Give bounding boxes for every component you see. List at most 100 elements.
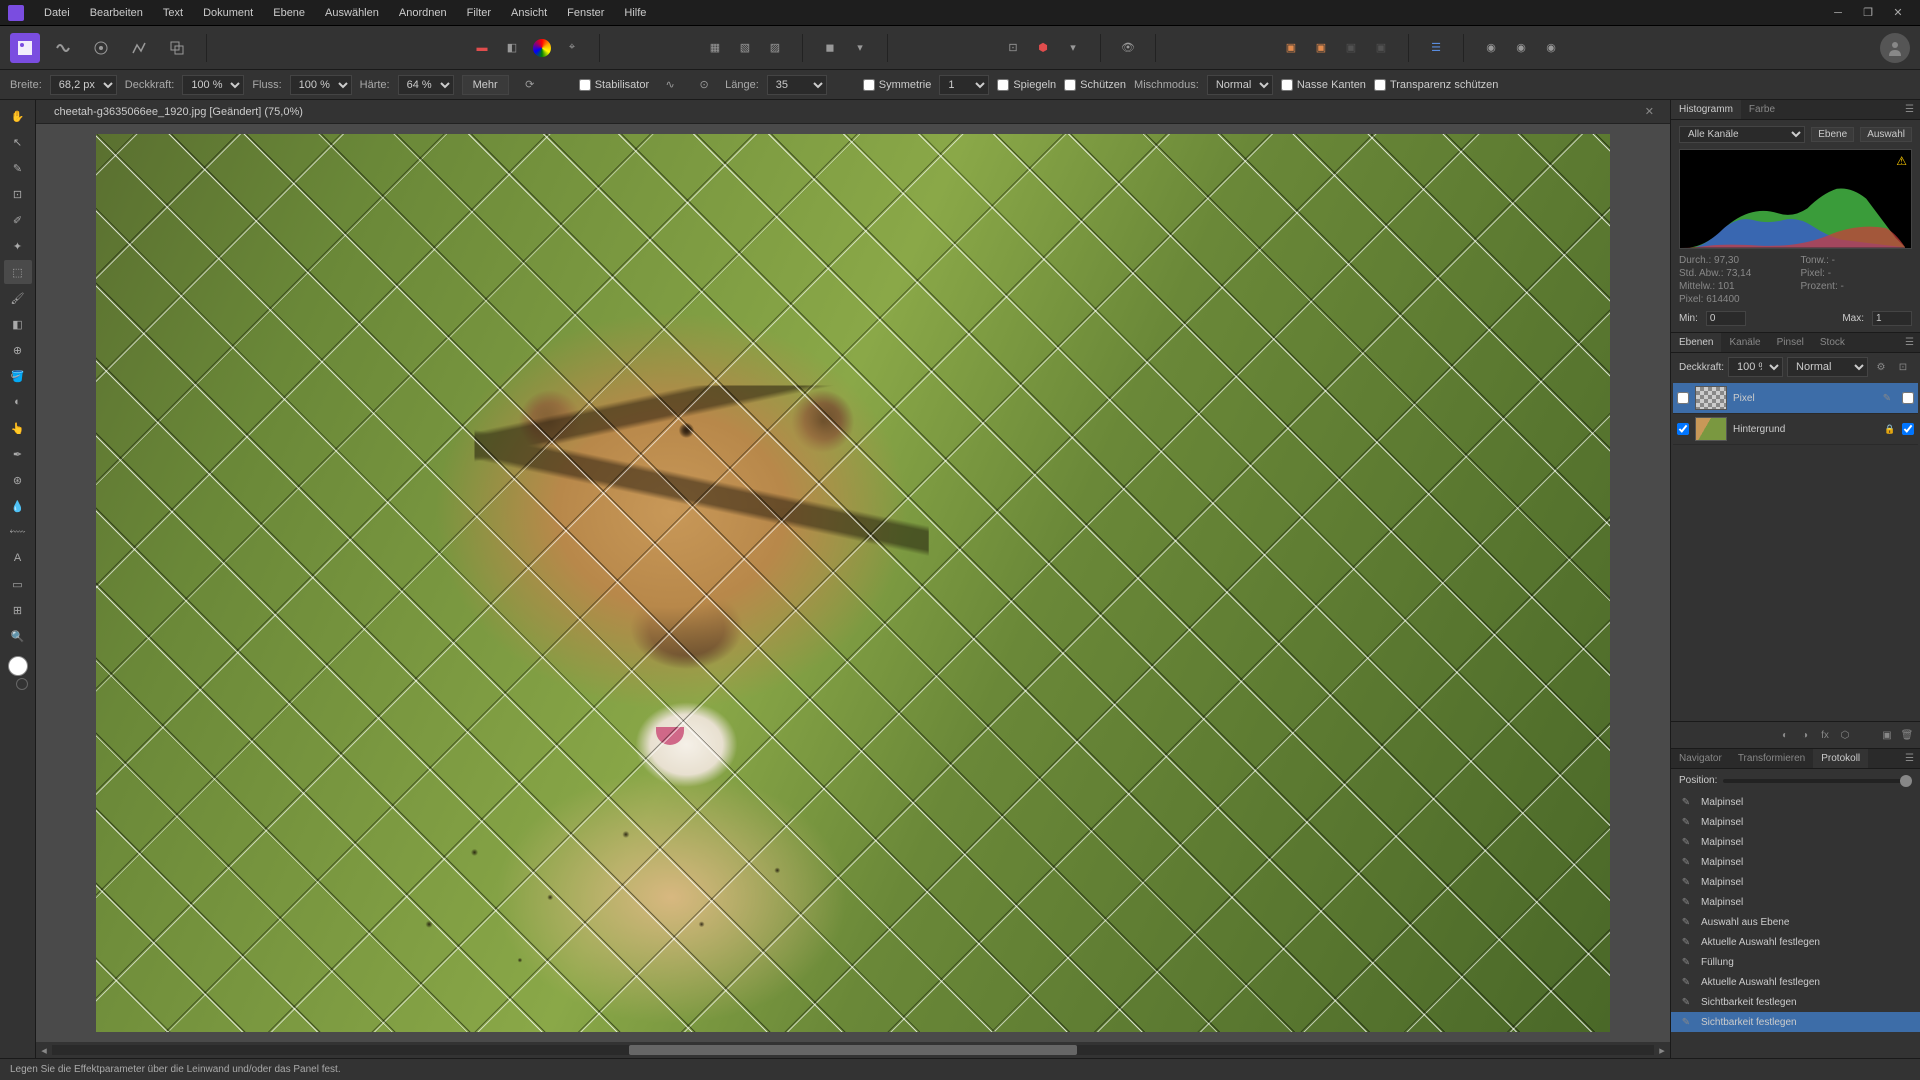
edit-icon[interactable]: ✎ <box>1878 389 1896 407</box>
min-input[interactable] <box>1706 311 1746 326</box>
assistant-icon[interactable]: 👁 <box>1115 35 1141 61</box>
symmetrie-checkbox[interactable]: Symmetrie <box>863 79 932 91</box>
menu-datei[interactable]: Datei <box>34 3 80 23</box>
menu-auswaehlen[interactable]: Auswählen <box>315 3 389 23</box>
snap-magnet-icon[interactable]: ⬢ <box>1030 35 1056 61</box>
layer-lock-icon[interactable]: ⊡ <box>1894 358 1912 376</box>
export-persona-icon[interactable] <box>162 33 192 63</box>
scroll-thumb[interactable] <box>629 1045 1078 1055</box>
history-item[interactable]: ✎Malpinsel <box>1671 892 1920 912</box>
foreground-color[interactable] <box>8 656 28 676</box>
layer-row-pixel[interactable]: Pixel ✎ <box>1673 383 1918 414</box>
stabilisator-checkbox[interactable]: Stabilisator <box>579 79 649 91</box>
snap-dropdown-icon[interactable]: ▾ <box>1060 35 1086 61</box>
mask-layer-icon[interactable]: ◐ <box>1776 726 1794 744</box>
arrange-back-icon[interactable]: ▣ <box>1278 35 1304 61</box>
liquify-persona-icon[interactable] <box>48 33 78 63</box>
align-icon[interactable]: ☰ <box>1423 35 1449 61</box>
dodge-tool-icon[interactable]: ◐ <box>4 390 32 414</box>
close-tab-icon[interactable]: ✕ <box>1645 105 1662 118</box>
crop-tool-icon[interactable]: ⊡ <box>4 182 32 206</box>
position-slider[interactable] <box>1723 779 1912 783</box>
layer-link-checkbox[interactable] <box>1902 392 1914 404</box>
inpainting-tool-icon[interactable]: ⬳ <box>4 520 32 544</box>
layer-visibility-checkbox[interactable] <box>1677 392 1689 404</box>
tab-navigator[interactable]: Navigator <box>1671 749 1730 768</box>
menu-fenster[interactable]: Fenster <box>557 3 614 23</box>
photo-persona-icon[interactable] <box>10 33 40 63</box>
selection-subtract-icon[interactable]: ▧ <box>732 35 758 61</box>
tab-stock[interactable]: Stock <box>1812 333 1853 352</box>
tab-histogramm[interactable]: Histogramm <box>1671 100 1741 119</box>
color-format-red-icon[interactable]: ▬ <box>469 35 495 61</box>
tab-transformieren[interactable]: Transformieren <box>1730 749 1813 768</box>
ebene-button[interactable]: Ebene <box>1811 127 1854 142</box>
menu-hilfe[interactable]: Hilfe <box>614 3 656 23</box>
color-format-gray-icon[interactable]: ◧ <box>499 35 525 61</box>
clone-brush-tool-icon[interactable]: ⊕ <box>4 338 32 362</box>
tone-mapping-persona-icon[interactable] <box>124 33 154 63</box>
tab-ebenen[interactable]: Ebenen <box>1671 333 1721 352</box>
panel-menu-icon[interactable]: ☰ <box>1899 333 1920 352</box>
canvas-viewport[interactable] <box>36 124 1670 1042</box>
schuetzen-checkbox[interactable]: Schützen <box>1064 79 1126 91</box>
max-input[interactable] <box>1872 311 1912 326</box>
blur-tool-icon[interactable]: 💧 <box>4 494 32 518</box>
selection-intersect-icon[interactable]: ▨ <box>762 35 788 61</box>
menu-filter[interactable]: Filter <box>457 3 501 23</box>
tab-farbe[interactable]: Farbe <box>1741 100 1783 119</box>
selection-brush-tool-icon[interactable]: ✐ <box>4 208 32 232</box>
history-item[interactable]: ✎Aktuelle Auswahl festlegen <box>1671 932 1920 952</box>
history-item[interactable]: ✎Malpinsel <box>1671 872 1920 892</box>
background-color[interactable] <box>16 678 28 690</box>
breite-input[interactable]: 68,2 px <box>50 75 117 95</box>
history-item[interactable]: ✎Malpinsel <box>1671 792 1920 812</box>
tab-pinsel[interactable]: Pinsel <box>1769 333 1812 352</box>
move-tool-icon[interactable]: ↖ <box>4 130 32 154</box>
fluss-input[interactable]: 100 % <box>290 75 352 95</box>
layer-fx-icon[interactable]: ⚙ <box>1872 358 1890 376</box>
mischmodus-select[interactable]: Normal <box>1207 75 1273 95</box>
tab-protokoll[interactable]: Protokoll <box>1813 749 1868 768</box>
close-button[interactable]: ✕ <box>1884 3 1912 23</box>
menu-dokument[interactable]: Dokument <box>193 3 263 23</box>
paint-brush-tool-icon[interactable]: 🖌 <box>4 286 32 310</box>
menu-bearbeiten[interactable]: Bearbeiten <box>80 3 153 23</box>
layer-link-checkbox[interactable] <box>1902 423 1914 435</box>
document-tab[interactable]: cheetah-g3635066ee_1920.jpg [Geändert] (… <box>44 103 313 121</box>
history-item[interactable]: ✎Malpinsel <box>1671 832 1920 852</box>
live-filter-icon[interactable]: ⬡ <box>1836 726 1854 744</box>
window-mode-icon[interactable]: ⊙ <box>691 72 717 98</box>
scroll-right-icon[interactable]: ▸ <box>1654 1042 1670 1058</box>
layer-opacity-input[interactable]: 100 % <box>1728 357 1783 377</box>
panel-menu-icon[interactable]: ☰ <box>1899 749 1920 768</box>
color-swatches[interactable] <box>4 656 32 684</box>
history-item[interactable]: ✎Malpinsel <box>1671 852 1920 872</box>
stock-icon[interactable]: ◉ <box>1478 35 1504 61</box>
force-pressure-icon[interactable]: ⟳ <box>517 72 543 98</box>
history-item[interactable]: ✎Füllung <box>1671 952 1920 972</box>
marquee-tool-icon[interactable]: ⬚ <box>4 260 32 284</box>
transparenz-checkbox[interactable]: Transparenz schützen <box>1374 79 1498 91</box>
symmetrie-input[interactable]: 1 <box>939 75 989 95</box>
menu-anordnen[interactable]: Anordnen <box>389 3 457 23</box>
mehr-button[interactable]: Mehr <box>462 75 509 95</box>
fill-tool-icon[interactable]: 🪣 <box>4 364 32 388</box>
sync-icon[interactable]: ◉ <box>1538 35 1564 61</box>
menu-ebene[interactable]: Ebene <box>263 3 315 23</box>
nasse-kanten-checkbox[interactable]: Nasse Kanten <box>1281 79 1366 91</box>
channel-select[interactable]: Alle Kanäle <box>1679 126 1805 143</box>
maximize-button[interactable]: ❐ <box>1854 3 1882 23</box>
spiegeln-checkbox[interactable]: Spiegeln <box>997 79 1056 91</box>
auswahl-button[interactable]: Auswahl <box>1860 127 1912 142</box>
menu-text[interactable]: Text <box>153 3 193 23</box>
panel-menu-icon[interactable]: ☰ <box>1899 100 1920 119</box>
zoom-tool-icon[interactable]: 🔍 <box>4 624 32 648</box>
view-tool-icon[interactable]: ✋ <box>4 104 32 128</box>
dropdown-arrow-icon[interactable]: ▾ <box>847 35 873 61</box>
haerte-input[interactable]: 64 % <box>398 75 454 95</box>
history-item[interactable]: ✎Sichtbarkeit festlegen <box>1671 1012 1920 1032</box>
color-picker-icon[interactable]: ⌖ <box>559 35 585 61</box>
history-item[interactable]: ✎Auswahl aus Ebene <box>1671 912 1920 932</box>
scroll-left-icon[interactable]: ◂ <box>36 1042 52 1058</box>
